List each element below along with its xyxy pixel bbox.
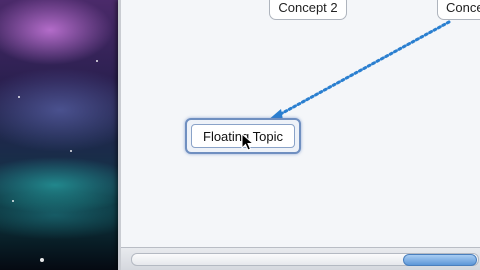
- concept-node-partial[interactable]: Conce: [437, 0, 480, 20]
- concept-partial-label: Conce: [446, 0, 480, 15]
- concept-map-canvas[interactable]: Concept 2 Conce Floating Topic: [121, 0, 480, 248]
- star: [70, 150, 72, 152]
- concept-map-window: Concept 2 Conce Floating Topic: [118, 0, 480, 270]
- horizontal-scrollbar[interactable]: [121, 247, 480, 270]
- scrollbar-thumb[interactable]: [403, 254, 477, 266]
- concept-2-node[interactable]: Concept 2: [269, 0, 347, 20]
- star: [18, 96, 20, 98]
- arrow-cursor-icon: [241, 133, 255, 151]
- star: [40, 258, 44, 262]
- star: [96, 60, 98, 62]
- star: [12, 200, 14, 202]
- desktop-wallpaper: [0, 0, 122, 270]
- concept-2-label: Concept 2: [278, 0, 338, 15]
